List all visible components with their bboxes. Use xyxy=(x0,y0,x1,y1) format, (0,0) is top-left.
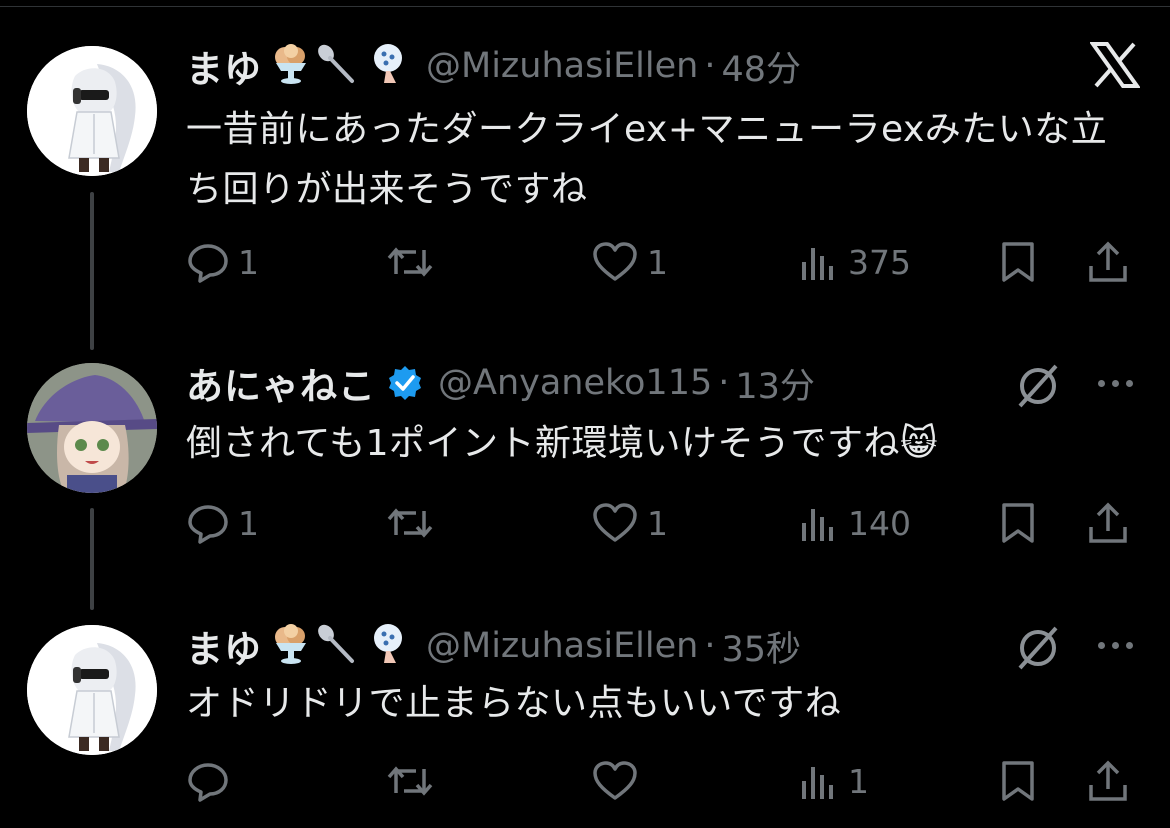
share-button[interactable] xyxy=(1086,237,1130,287)
tweet[interactable]: まゆ @MizuhasiEllen · 48分 一昔前にあったダークライex+マ… xyxy=(0,0,1170,320)
display-name[interactable]: まゆ xyxy=(186,39,262,93)
like-button[interactable]: 1 xyxy=(591,498,668,548)
like-button[interactable]: 1 xyxy=(591,237,668,287)
display-name[interactable]: あにゃねこ xyxy=(186,356,376,410)
views-count: 1 xyxy=(848,761,869,801)
more-options-button[interactable] xyxy=(1098,642,1133,649)
reply-icon xyxy=(188,505,228,544)
tweet-text: 倒されても1ポイント新環境いけそうですね😸 xyxy=(186,423,939,464)
separator-dot: · xyxy=(704,46,716,86)
timestamp[interactable]: 13分 xyxy=(735,358,815,409)
tweet-header: まゆ @MizuhasiEllen · 48分 xyxy=(186,38,801,94)
spoon-icon xyxy=(314,41,360,91)
retweet-button[interactable] xyxy=(386,498,434,548)
reply-icon xyxy=(188,244,228,283)
retweet-icon xyxy=(387,247,433,277)
tweet-text: 一昔前にあったダークライex+マニューラexみたいな立ち回りが出来そうですね xyxy=(186,109,1108,210)
reply-button[interactable]: 1 xyxy=(186,237,259,287)
action-bar: 1 1 140 xyxy=(186,498,1146,548)
views-button[interactable]: 140 xyxy=(796,498,911,548)
retweet-button[interactable] xyxy=(386,237,434,287)
bookmark-icon xyxy=(1002,503,1034,543)
views-icon xyxy=(802,248,833,280)
spoon-icon xyxy=(314,621,360,671)
avatar-image xyxy=(27,363,157,493)
like-count: 1 xyxy=(647,242,668,282)
views-button[interactable]: 375 xyxy=(796,237,911,287)
views-button[interactable]: 1 xyxy=(796,756,869,806)
tweet-header: あにゃねこ @Anyaneko115 · 13分 xyxy=(186,355,815,411)
reply-count: 1 xyxy=(238,242,259,282)
bookmark-icon xyxy=(1002,242,1034,282)
bookmark-button[interactable] xyxy=(996,498,1040,548)
share-button[interactable] xyxy=(1086,756,1130,806)
separator-dot: · xyxy=(718,363,730,403)
action-bar: 1 1 375 xyxy=(186,237,1146,287)
tweet[interactable]: まゆ @MizuhasiEllen · 35秒 オドリドリで止まらない点もいいで… xyxy=(0,590,1170,828)
fan-icon xyxy=(366,41,412,91)
share-button[interactable] xyxy=(1086,498,1130,548)
timestamp[interactable]: 48分 xyxy=(721,41,801,92)
views-icon xyxy=(802,767,833,799)
reply-button[interactable]: 1 xyxy=(186,498,259,548)
name-emojis xyxy=(268,621,412,671)
retweet-icon xyxy=(387,766,433,796)
avatar[interactable] xyxy=(27,363,157,493)
x-logo-icon[interactable] xyxy=(1089,42,1141,92)
views-count: 140 xyxy=(848,503,911,543)
timestamp[interactable]: 35秒 xyxy=(721,621,801,672)
action-bar: 1 xyxy=(186,756,1146,806)
reply-button[interactable] xyxy=(186,756,238,806)
reply-icon xyxy=(188,763,228,802)
bookmark-button[interactable] xyxy=(996,756,1040,806)
more-options-button[interactable] xyxy=(1098,380,1133,387)
bookmark-icon xyxy=(1002,761,1034,801)
ice-cream-icon xyxy=(268,621,314,671)
verified-badge-icon xyxy=(386,364,424,402)
like-button[interactable] xyxy=(591,756,639,806)
avatar-image xyxy=(27,625,157,755)
tweet[interactable]: あにゃねこ @Anyaneko115 · 13分 倒されても1ポイント新環境いけ… xyxy=(0,320,1170,590)
name-emojis xyxy=(268,41,412,91)
heart-icon xyxy=(593,242,637,281)
grok-icon[interactable] xyxy=(1014,624,1062,676)
user-handle[interactable]: @MizuhasiEllen xyxy=(426,626,698,666)
share-icon xyxy=(1089,241,1127,282)
like-count: 1 xyxy=(647,503,668,543)
views-count: 375 xyxy=(848,242,911,282)
views-icon xyxy=(802,509,833,541)
user-handle[interactable]: @MizuhasiEllen xyxy=(426,46,698,86)
grok-icon[interactable] xyxy=(1014,362,1062,414)
reply-count: 1 xyxy=(238,503,259,543)
avatar-image xyxy=(27,46,157,176)
share-icon xyxy=(1089,760,1127,801)
bookmark-button[interactable] xyxy=(996,237,1040,287)
fan-icon xyxy=(366,621,412,671)
heart-icon xyxy=(593,503,637,542)
tweet-text: オドリドリで止まらない点もいいですね xyxy=(186,683,842,724)
display-name[interactable]: まゆ xyxy=(186,619,262,673)
separator-dot: · xyxy=(704,626,716,666)
share-icon xyxy=(1089,502,1127,543)
retweet-icon xyxy=(387,508,433,538)
user-handle[interactable]: @Anyaneko115 xyxy=(438,363,712,403)
ice-cream-icon xyxy=(268,41,314,91)
tweet-header: まゆ @MizuhasiEllen · 35秒 xyxy=(186,618,801,674)
avatar[interactable] xyxy=(27,625,157,755)
retweet-button[interactable] xyxy=(386,756,434,806)
heart-icon xyxy=(593,761,637,800)
avatar[interactable] xyxy=(27,46,157,176)
